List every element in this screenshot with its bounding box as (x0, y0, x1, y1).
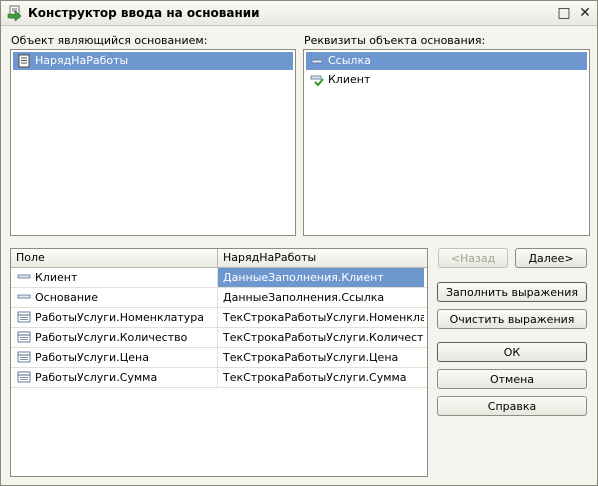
fill-expressions-button[interactable]: Заполнить выражения (437, 282, 587, 302)
next-button[interactable]: Далее> (515, 248, 587, 268)
field-cell[interactable]: Клиент (11, 268, 218, 287)
attribute-dash-icon (17, 274, 31, 279)
title-bar[interactable]: Конструктор ввода на основании □ ✕ (1, 1, 597, 26)
field-name: РаботыУслуги.Номенклатура (35, 311, 205, 324)
field-cell[interactable]: РаботыУслуги.Сумма (11, 368, 218, 387)
field-cell[interactable]: РаботыУслуги.Номенклатура (11, 308, 218, 327)
attribute-green-check-icon (310, 75, 324, 87)
maximize-button[interactable]: □ (556, 5, 572, 21)
table-field-icon (17, 311, 31, 323)
table-row[interactable]: РаботыУслуги.Сумма ТекСтрокаРаботыУслуги… (11, 368, 427, 388)
basis-object-item-label: НарядНаРаботы (35, 54, 129, 67)
field-cell[interactable]: РаботыУслуги.Цена (11, 348, 218, 367)
ok-button[interactable]: ОК (437, 342, 587, 362)
field-cell[interactable]: Основание (11, 288, 218, 307)
expression-cell[interactable]: ТекСтрокаРаботыУслуги.Цена (218, 348, 424, 367)
expression-cell[interactable]: ДанныеЗаполнения.Клиент (218, 268, 424, 287)
attribute-dash-icon (311, 59, 323, 64)
attribute-dash-icon (17, 294, 31, 299)
back-button[interactable]: <Назад (438, 248, 508, 268)
fields-grid[interactable]: Поле НарядНаРаботы Клиент ДанныеЗаполнен… (10, 248, 428, 477)
column-header-field[interactable]: Поле (11, 249, 218, 267)
column-header-basis[interactable]: НарядНаРаботы (218, 249, 426, 267)
field-name: РаботыУслуги.Цена (35, 351, 149, 364)
basis-object-item[interactable]: НарядНаРаботы (13, 52, 293, 70)
help-button[interactable]: Справка (437, 396, 587, 416)
window-title: Конструктор ввода на основании (28, 6, 260, 20)
table-field-icon (17, 371, 31, 383)
constructor-app-icon (7, 5, 22, 21)
constructor-window: Конструктор ввода на основании □ ✕ Объек… (0, 0, 598, 486)
field-name: Клиент (35, 271, 78, 284)
table-field-icon (17, 351, 31, 363)
attribute-item-label: Клиент (328, 73, 371, 86)
field-cell[interactable]: РаботыУслуги.Количество (11, 328, 218, 347)
clear-expressions-button[interactable]: Очистить выражения (437, 309, 587, 329)
attribute-item-label: Ссылка (328, 54, 371, 67)
grid-header: Поле НарядНаРаботы (11, 249, 427, 268)
table-row[interactable]: РаботыУслуги.Цена ТекСтрокаРаботыУслуги.… (11, 348, 427, 368)
document-icon (18, 54, 30, 68)
close-button[interactable]: ✕ (577, 5, 593, 21)
table-row[interactable]: Основание ДанныеЗаполнения.Ссылка (11, 288, 427, 308)
attribute-item-link[interactable]: Ссылка (306, 52, 587, 70)
expression-cell[interactable]: ТекСтрокаРаботыУслуги.Сумма (218, 368, 424, 387)
table-row[interactable]: РаботыУслуги.Номенклатура ТекСтрокаРабот… (11, 308, 427, 328)
attribute-item-client[interactable]: Клиент (306, 71, 587, 89)
expression-cell[interactable]: ДанныеЗаполнения.Ссылка (218, 288, 424, 307)
basis-object-label: Объект являющийся основанием: (11, 34, 208, 47)
table-field-icon (17, 331, 31, 343)
expression-cell[interactable]: ТекСтрокаРаботыУслуги.Номенклат... (218, 308, 424, 327)
cancel-button[interactable]: Отмена (437, 369, 587, 389)
table-row[interactable]: Клиент ДанныеЗаполнения.Клиент (11, 268, 427, 288)
field-name: РаботыУслуги.Количество (35, 331, 188, 344)
expression-cell[interactable]: ТекСтрокаРаботыУслуги.Количество (218, 328, 424, 347)
basis-attributes-label: Реквизиты объекта основания: (304, 34, 486, 47)
field-name: Основание (35, 291, 98, 304)
table-row[interactable]: РаботыУслуги.Количество ТекСтрокаРаботыУ… (11, 328, 427, 348)
basis-attributes-list[interactable]: Ссылка Клиент (303, 49, 590, 236)
field-name: РаботыУслуги.Сумма (35, 371, 158, 384)
basis-object-list[interactable]: НарядНаРаботы (10, 49, 296, 236)
